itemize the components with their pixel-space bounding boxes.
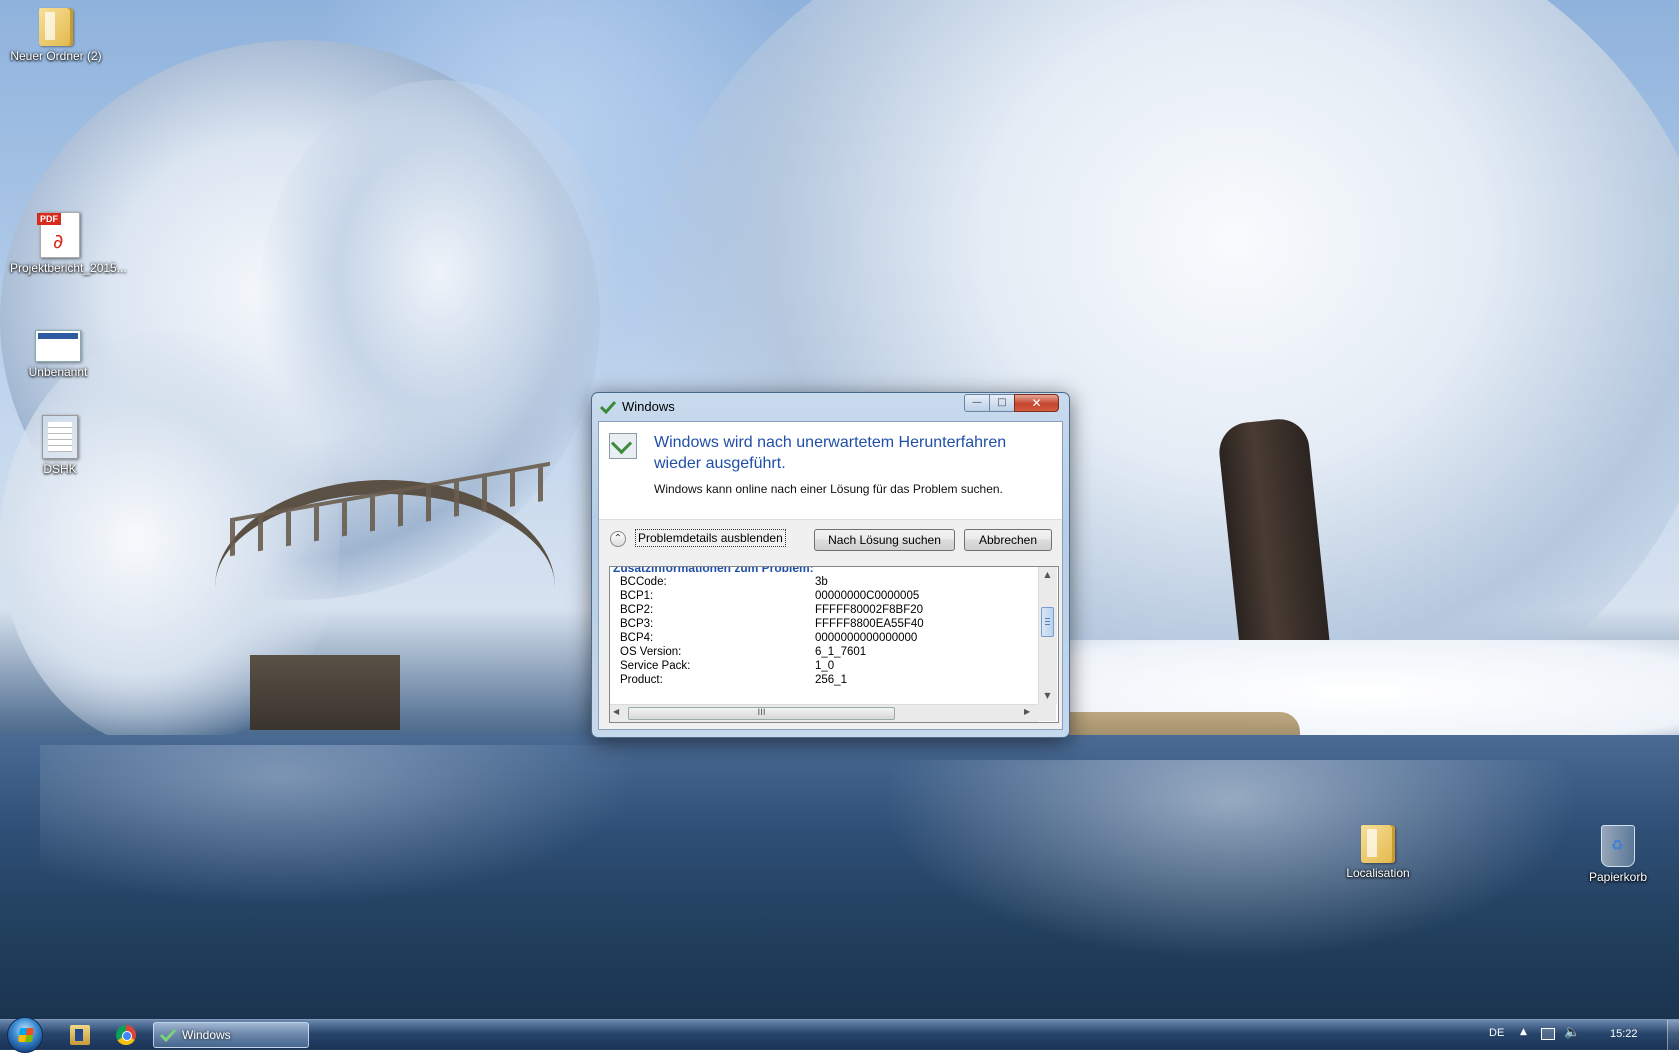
error-dialog: Windows — □ ✕ Windows wird nach unerwart… [591, 392, 1070, 738]
folder-icon [1361, 825, 1395, 863]
detail-key: OS Version: [620, 646, 682, 658]
detail-key: BCP4: [620, 632, 654, 644]
window-file-icon [35, 330, 81, 362]
desktop-icon-label: Neuer Ordner (2) [10, 49, 102, 63]
desktop-icon-label: Unbenannt [28, 365, 88, 379]
detail-value: FFFFF80002F8BF20 [815, 604, 924, 616]
horizontal-scrollbar[interactable]: ◀ III ▶ [610, 704, 1038, 722]
water-reflection-left [40, 745, 640, 905]
windows-check-icon [160, 1028, 176, 1042]
dialog-title: Windows [622, 399, 675, 414]
document-file-icon [42, 415, 78, 459]
pdf-badge: PDF [37, 213, 61, 225]
vertical-scroll-thumb[interactable] [1041, 607, 1054, 637]
taskbar-item-windows[interactable]: Windows [153, 1022, 309, 1048]
acrobat-logo-icon: ∂ [53, 229, 64, 253]
pdf-file-icon: PDF ∂ [37, 212, 80, 258]
maximize-button[interactable]: □ [989, 394, 1015, 412]
detail-value: 1_0 [815, 660, 835, 672]
detail-value: FFFFF8800EA55F40 [815, 618, 924, 630]
detail-key: BCCode: [620, 576, 667, 588]
main-instruction: Windows wird nach unerwartetem Herunterf… [654, 434, 1007, 472]
network-icon[interactable] [1541, 1028, 1555, 1040]
detail-row: BCP4: 0000000000000000 [620, 631, 917, 646]
scrollbar-corner [1038, 704, 1056, 721]
detail-row: Product: 256_1 [620, 673, 847, 688]
folder-icon [39, 8, 73, 46]
detail-row: BCP3: FFFFF8800EA55F40 [620, 617, 924, 632]
dialog-titlebar[interactable]: Windows — □ ✕ [592, 393, 1069, 421]
scroll-up-icon[interactable]: ▲ [1041, 568, 1054, 581]
detail-key: Service Pack: [620, 660, 691, 672]
dialog-button-row: ⌃ Problemdetails ausblenden Nach Lösung … [599, 519, 1062, 563]
detail-row: OS Version: 6_1_7601 [620, 645, 866, 660]
taskbar: Windows DE ▲ 🔈 15:22 [0, 1017, 1679, 1053]
cancel-button[interactable]: Abbrechen [964, 529, 1052, 551]
windows-check-icon [600, 400, 616, 414]
show-hidden-icons-icon[interactable]: ▲ [1520, 1027, 1527, 1037]
details-header: Zusatzinformationen zum Problem: [613, 567, 814, 575]
problem-report-icon [609, 433, 637, 459]
detail-value: 256_1 [815, 674, 847, 686]
content-text: Windows kann online nach einer Lösung fü… [654, 482, 1003, 496]
detail-key: BCP2: [620, 604, 654, 616]
desktop-icon-neuer-ordner[interactable]: Neuer Ordner (2) [6, 8, 106, 63]
hide-details-toggle[interactable]: Problemdetails ausblenden [635, 529, 786, 547]
desktop-icon-label: DSHK [43, 462, 77, 476]
explorer-taskbar-icon[interactable] [70, 1025, 90, 1045]
dialog-client-area: Windows wird nach unerwartetem Herunterf… [598, 421, 1063, 730]
clock[interactable]: 15:22 [1610, 1028, 1638, 1040]
bridge-pier [250, 655, 400, 730]
scroll-right-icon[interactable]: ▶ [1024, 707, 1030, 716]
detail-row: Service Pack: 1_0 [620, 659, 834, 674]
detail-row: BCCode: 3b [620, 575, 828, 590]
problem-details-content: Zusatzinformationen zum Problem: BCCode:… [610, 567, 1038, 704]
detail-key: BCP1: [620, 590, 654, 602]
scroll-down-icon[interactable]: ▼ [1041, 689, 1054, 702]
scroll-left-icon[interactable]: ◀ [613, 707, 619, 716]
chrome-taskbar-icon[interactable] [116, 1025, 136, 1045]
desktop-icon-papierkorb[interactable]: Papierkorb [1568, 825, 1668, 884]
desktop-icon-projektbericht[interactable]: PDF ∂ Projektbericht_2015... [10, 212, 127, 275]
taskbar-item-label: Windows [182, 1028, 231, 1042]
detail-key: BCP3: [620, 618, 654, 630]
problem-details-box[interactable]: Zusatzinformationen zum Problem: BCCode:… [609, 566, 1059, 723]
desktop-icon-localisation[interactable]: Localisation [1328, 825, 1428, 880]
vertical-scrollbar[interactable]: ▲ ▼ [1038, 567, 1057, 704]
detail-row: BCP1: 00000000C0000005 [620, 589, 919, 604]
detail-key: Product: [620, 674, 663, 686]
desktop-icon-label: Localisation [1346, 866, 1410, 880]
desktop-icon-label: Papierkorb [1588, 870, 1648, 884]
detail-value: 00000000C0000005 [815, 590, 920, 602]
language-indicator[interactable]: DE [1489, 1027, 1504, 1039]
detail-value: 3b [815, 576, 828, 588]
windows-logo-icon [18, 1028, 34, 1042]
horizontal-scroll-thumb[interactable]: III [628, 707, 895, 720]
minimize-button[interactable]: — [964, 394, 990, 412]
detail-value: 0000000000000000 [815, 632, 918, 644]
desktop-icon-unbenannt[interactable]: Unbenannt [8, 330, 108, 379]
dialog-main-panel: Windows wird nach unerwartetem Herunterf… [599, 422, 1062, 520]
volume-icon[interactable]: 🔈 [1564, 1025, 1580, 1040]
water-reflection [880, 760, 1580, 960]
detail-value: 6_1_7601 [815, 646, 867, 658]
detail-row: BCP2: FFFFF80002F8BF20 [620, 603, 923, 618]
collapse-details-icon[interactable]: ⌃ [610, 531, 626, 547]
search-solution-button[interactable]: Nach Lösung suchen [814, 529, 955, 551]
desktop-icon-label: Projektbericht_2015... [10, 261, 127, 275]
close-button[interactable]: ✕ [1014, 394, 1059, 412]
show-desktop-button[interactable] [1667, 1020, 1679, 1050]
start-button[interactable] [7, 1017, 43, 1053]
recycle-bin-icon [1601, 825, 1635, 867]
desktop-icon-dshk[interactable]: DSHK [10, 415, 110, 476]
